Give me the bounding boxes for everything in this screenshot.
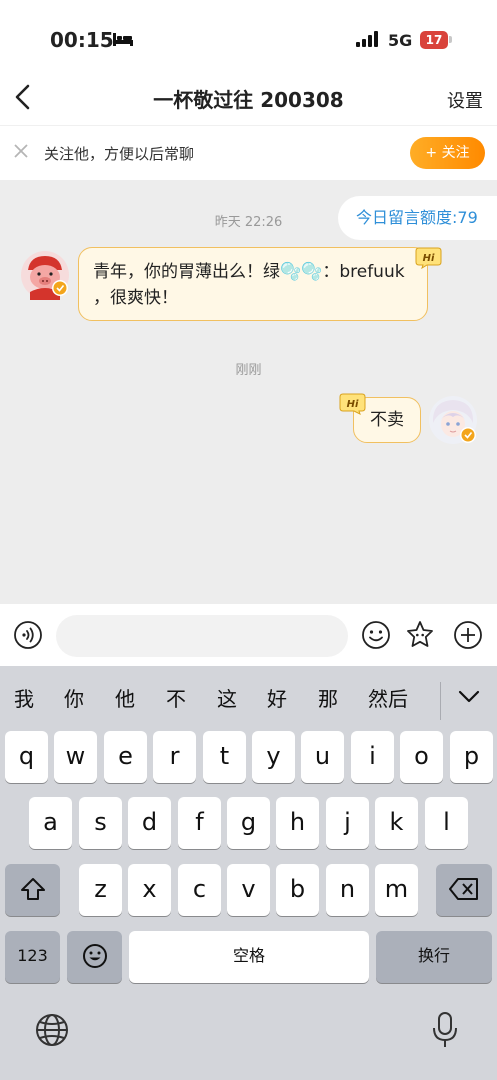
keyboard: 我 你 他 不 这 好 那 然后 q w e r t y u i o p a s…: [0, 666, 497, 1080]
close-icon[interactable]: [12, 142, 30, 160]
key-r[interactable]: r: [153, 731, 196, 783]
candidate-bar: 我 你 他 不 这 好 那 然后: [0, 666, 497, 728]
key-u[interactable]: u: [301, 731, 344, 783]
delete-key[interactable]: [436, 864, 492, 916]
candidate-word[interactable]: 这: [217, 683, 237, 712]
voice-icon[interactable]: [13, 620, 43, 650]
follow-hint: 关注他，方便以后常聊: [44, 145, 195, 163]
key-c[interactable]: c: [178, 864, 221, 916]
return-key[interactable]: 换行: [376, 931, 492, 983]
key-x[interactable]: x: [128, 864, 171, 916]
key-z[interactable]: z: [79, 864, 122, 916]
candidate-word[interactable]: 他: [115, 683, 135, 712]
key-w[interactable]: w: [54, 731, 97, 783]
globe-icon[interactable]: [35, 1013, 69, 1047]
emoji-key[interactable]: [67, 931, 122, 983]
emoji-icon[interactable]: [361, 620, 391, 650]
candidate-word[interactable]: 那: [318, 683, 338, 712]
status-time: 00:15: [50, 28, 114, 52]
chevron-down-icon[interactable]: [456, 688, 482, 706]
delete-icon: [449, 878, 478, 900]
follow-button[interactable]: + 关注: [410, 137, 485, 169]
svg-text:Hi: Hi: [423, 253, 435, 264]
avatar[interactable]: [20, 250, 70, 300]
key-d[interactable]: d: [128, 797, 171, 849]
candidate-divider: [440, 682, 441, 720]
nav-bar: 一杯敬过往 200308 设置: [0, 70, 497, 125]
hi-badge-icon: Hi: [415, 247, 442, 269]
shift-key[interactable]: [5, 864, 60, 916]
key-n[interactable]: n: [326, 864, 369, 916]
page-title: 一杯敬过往 200308: [153, 88, 344, 112]
hi-badge-icon: Hi: [339, 393, 366, 415]
bed-icon: [113, 33, 133, 46]
status-bar: 00:15 5G 17: [0, 0, 497, 80]
message-input[interactable]: [56, 615, 348, 657]
space-key[interactable]: 空格: [129, 931, 369, 983]
key-m[interactable]: m: [375, 864, 418, 916]
mic-icon[interactable]: [431, 1011, 459, 1049]
message-bubble-received[interactable]: 青年，你的胃薄出么！绿🫧🫧：brefuuk ，很爽快！: [78, 247, 428, 321]
key-y[interactable]: y: [252, 731, 295, 783]
key-v[interactable]: v: [227, 864, 270, 916]
key-i[interactable]: i: [351, 731, 394, 783]
candidate-word[interactable]: 不: [166, 683, 186, 712]
key-f[interactable]: f: [178, 797, 221, 849]
emoji-icon: [82, 944, 107, 968]
battery-icon: 17: [420, 31, 448, 49]
key-g[interactable]: g: [227, 797, 270, 849]
key-h[interactable]: h: [276, 797, 319, 849]
candidate-word[interactable]: 你: [64, 683, 84, 712]
key-j[interactable]: j: [326, 797, 369, 849]
input-bar: [0, 604, 497, 666]
signal-icon: [356, 31, 378, 47]
key-e[interactable]: e: [104, 731, 147, 783]
follow-bar: 关注他，方便以后常聊 + 关注: [0, 125, 497, 180]
numbers-key[interactable]: 123: [5, 931, 60, 983]
battery-cap: [449, 36, 452, 43]
settings-button[interactable]: 设置: [447, 87, 483, 113]
key-a[interactable]: a: [29, 797, 72, 849]
key-q[interactable]: q: [5, 731, 48, 783]
key-p[interactable]: p: [450, 731, 493, 783]
timestamp: 刚刚: [235, 363, 262, 378]
avatar[interactable]: [428, 395, 478, 445]
network-type: 5G: [388, 31, 413, 50]
sticker-icon[interactable]: [405, 620, 435, 650]
key-k[interactable]: k: [375, 797, 418, 849]
key-s[interactable]: s: [79, 797, 122, 849]
candidate-word[interactable]: 好: [267, 683, 287, 712]
key-t[interactable]: t: [203, 731, 246, 783]
candidate-word[interactable]: 然后: [368, 683, 408, 712]
svg-text:Hi: Hi: [347, 399, 359, 410]
timestamp: 昨天 22:26: [214, 215, 283, 230]
key-o[interactable]: o: [400, 731, 443, 783]
shift-icon: [20, 878, 45, 900]
key-l[interactable]: l: [425, 797, 468, 849]
plus-icon[interactable]: [453, 620, 483, 650]
key-b[interactable]: b: [276, 864, 319, 916]
candidate-word[interactable]: 我: [14, 683, 34, 712]
